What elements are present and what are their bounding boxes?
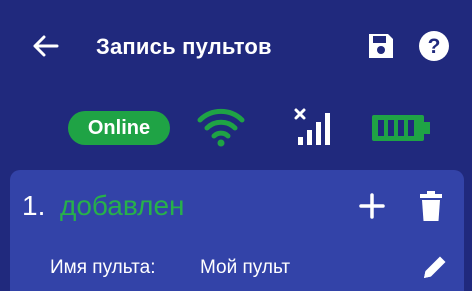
arrow-left-icon — [33, 35, 59, 57]
back-button[interactable] — [30, 30, 62, 62]
remote-status: добавлен — [60, 190, 185, 221]
pencil-icon — [424, 256, 446, 278]
remote-name-label: Имя пульта: — [50, 257, 156, 278]
remote-card: 1. добавлен Имя пульта: Мой пульт — [10, 170, 464, 291]
page-title: Запись пультов — [96, 34, 272, 59]
remote-index: 1. — [22, 190, 46, 221]
status-row: Online — [0, 104, 472, 150]
plus-icon — [359, 193, 385, 219]
help-button[interactable]: ? — [418, 30, 450, 62]
battery-full-icon — [372, 115, 430, 141]
trash-icon — [420, 191, 442, 221]
floppy-disk-icon — [369, 34, 393, 58]
app-bar: Запись пультов ? — [0, 0, 472, 96]
question-circle-icon: ? — [419, 31, 449, 61]
delete-button[interactable] — [418, 190, 444, 222]
remote-name-value: Мой пульт — [200, 257, 291, 278]
wifi-icon — [197, 108, 245, 147]
online-status-badge: Online — [68, 111, 170, 145]
add-button[interactable] — [358, 192, 386, 220]
cellular-no-signal-icon — [294, 108, 330, 145]
svg-text:?: ? — [428, 35, 441, 58]
save-button[interactable] — [366, 31, 396, 61]
screen: Запись пультов ? Online 1. добавлен Имя … — [0, 0, 472, 291]
edit-name-button[interactable] — [420, 252, 450, 282]
